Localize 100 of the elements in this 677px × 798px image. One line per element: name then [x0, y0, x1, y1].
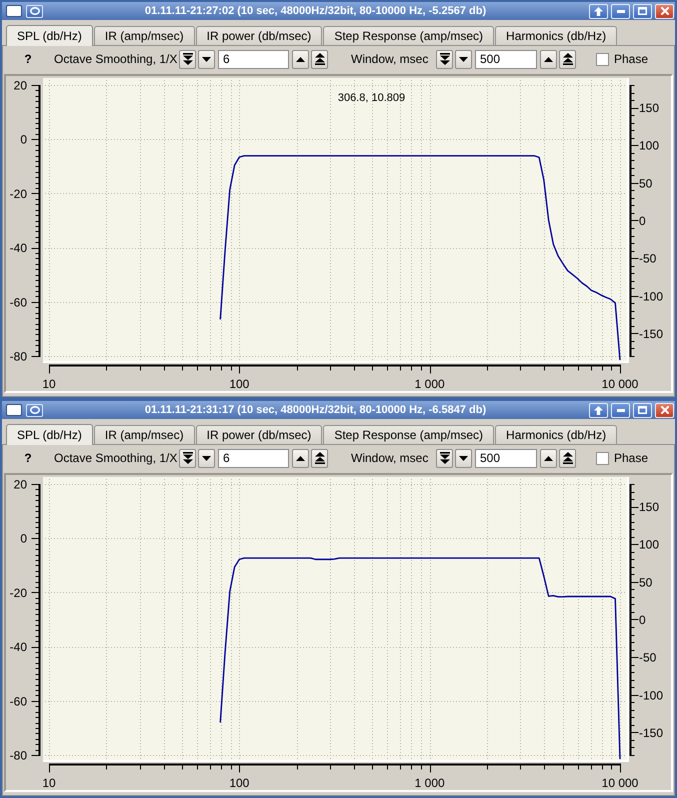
smoothing-label: Octave Smoothing, 1/X	[54, 52, 178, 66]
tab[interactable]: SPL (db/Hz)	[6, 25, 93, 46]
decrease-button[interactable]	[455, 448, 472, 468]
down-triangle-icon	[202, 56, 211, 62]
right-tick-label: -150	[639, 326, 664, 341]
fast-increase-button[interactable]	[311, 50, 328, 68]
right-tick-label: -100	[639, 289, 664, 304]
window-menu-button[interactable]	[6, 404, 22, 416]
window-option-button[interactable]	[26, 4, 43, 18]
minimize-icon	[616, 408, 624, 412]
y-tick-label: -40	[10, 640, 27, 654]
arrow-up-icon	[594, 406, 603, 414]
double-down-triangle-icon	[440, 452, 450, 464]
right-tick-label: 0	[639, 613, 646, 627]
phase-label: Phase	[614, 52, 648, 66]
y-tick-label: 0	[20, 532, 27, 546]
minimize-button[interactable]	[611, 402, 630, 418]
help-button[interactable]: ?	[24, 52, 32, 66]
double-down-triangle-icon	[182, 53, 192, 65]
window-menu-button[interactable]	[6, 5, 22, 17]
raise-button[interactable]	[589, 4, 608, 18]
right-tick-label: 150	[639, 500, 660, 514]
tab[interactable]: IR power (db/msec)	[196, 26, 322, 45]
x-tick-label: 1 000	[414, 377, 445, 391]
right-tick-label: 50	[639, 176, 652, 190]
x-tick-label: 100	[229, 377, 250, 391]
fast-decrease-button[interactable]	[179, 448, 196, 468]
x-tick-label: 10 000	[602, 776, 638, 790]
x-tick-label: 10	[42, 377, 56, 391]
window-input[interactable]: 500	[475, 448, 537, 468]
up-triangle-icon	[544, 456, 553, 460]
y-tick-label: 20	[14, 478, 27, 492]
phase-checkbox[interactable]	[596, 52, 609, 66]
close-button[interactable]	[655, 4, 674, 18]
right-tick-label: -50	[639, 252, 656, 266]
tab[interactable]: Step Response (amp/msec)	[323, 425, 494, 444]
double-up-triangle-icon	[562, 53, 572, 65]
fast-increase-button[interactable]	[559, 50, 576, 68]
close-icon	[660, 7, 668, 15]
y-tick-label: -20	[10, 186, 27, 201]
x-tick-label: 10	[42, 776, 56, 790]
double-up-triangle-icon	[314, 53, 324, 65]
y-tick-label: -40	[10, 241, 27, 256]
y-tick-label: -20	[10, 586, 27, 600]
right-tick-label: 100	[639, 538, 660, 552]
minimize-button[interactable]	[611, 4, 630, 18]
x-tick-label: 10 000	[602, 377, 638, 391]
fast-decrease-button[interactable]	[436, 50, 453, 68]
window-title: 01.11.11-21:31:17 (10 sec, 48000Hz/32bit, 80-10000 Hz, -6.5847 db)	[144, 404, 488, 416]
circle-icon	[30, 7, 40, 15]
window-label: Window, msec	[351, 52, 430, 66]
smoothing-label: Octave Smoothing, 1/X	[54, 451, 178, 465]
circle-icon	[30, 406, 40, 414]
arrow-up-icon	[594, 6, 603, 16]
increase-button[interactable]	[292, 448, 309, 468]
double-up-triangle-icon	[314, 452, 324, 464]
phase-checkbox[interactable]	[596, 452, 609, 464]
y-tick-label: -80	[10, 350, 27, 364]
right-tick-label: -150	[639, 726, 664, 740]
close-button[interactable]	[655, 402, 674, 418]
double-down-triangle-icon	[440, 53, 450, 65]
smoothing-input[interactable]: 6	[218, 50, 289, 68]
y-tick-label: -60	[10, 694, 27, 708]
fast-increase-button[interactable]	[559, 448, 576, 468]
right-tick-label: -50	[639, 650, 656, 665]
right-tick-label: 150	[639, 101, 660, 116]
maximize-button[interactable]	[633, 4, 652, 18]
window-label: Window, msec	[351, 451, 430, 465]
down-triangle-icon	[459, 456, 468, 460]
double-down-triangle-icon	[182, 452, 192, 464]
decrease-button[interactable]	[198, 50, 215, 68]
maximize-button[interactable]	[633, 402, 652, 418]
tab[interactable]: Step Response (amp/msec)	[323, 26, 494, 45]
fast-increase-button[interactable]	[311, 448, 328, 468]
right-tick-label: 50	[639, 575, 652, 590]
help-button[interactable]: ?	[24, 451, 32, 465]
up-triangle-icon	[296, 56, 305, 62]
up-triangle-icon	[544, 56, 553, 62]
tab[interactable]: IR power (db/msec)	[196, 425, 322, 444]
raise-button[interactable]	[589, 402, 608, 418]
decrease-button[interactable]	[455, 50, 472, 68]
decrease-button[interactable]	[198, 448, 215, 468]
increase-button[interactable]	[540, 448, 557, 468]
tab[interactable]: IR (amp/msec)	[94, 26, 195, 45]
window-option-button[interactable]	[26, 404, 43, 416]
y-tick-label: -60	[10, 295, 27, 310]
smoothing-input[interactable]: 6	[218, 448, 289, 468]
y-tick-label: 0	[20, 132, 27, 147]
maximize-icon	[638, 406, 647, 414]
tab[interactable]: IR (amp/msec)	[94, 425, 195, 444]
maximize-icon	[638, 7, 647, 15]
y-tick-label: -80	[10, 748, 27, 763]
increase-button[interactable]	[292, 50, 309, 68]
window-input[interactable]: 500	[475, 50, 537, 68]
increase-button[interactable]	[540, 50, 557, 68]
fast-decrease-button[interactable]	[436, 448, 453, 468]
fast-decrease-button[interactable]	[179, 50, 196, 68]
tab[interactable]: Harmonics (db/Hz)	[495, 26, 618, 45]
tab[interactable]: SPL (db/Hz)	[6, 424, 93, 445]
tab[interactable]: Harmonics (db/Hz)	[495, 425, 618, 444]
